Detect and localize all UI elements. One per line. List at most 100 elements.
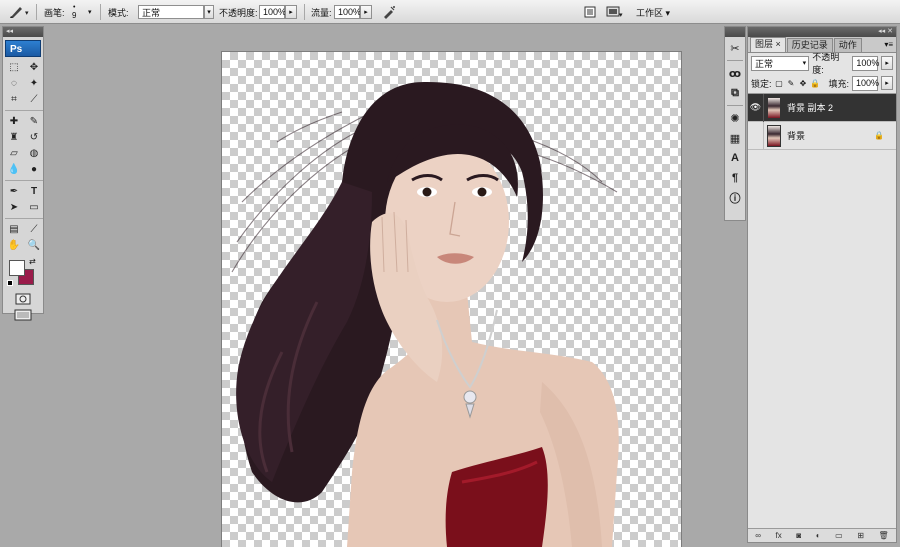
layer-opacity-slider-button[interactable]: ▸ [881,56,894,70]
notes-tool-icon[interactable]: ▤ [5,222,23,237]
layer-list: 👁 背景 副本 2 背景 🔒 [748,93,896,150]
tab-layers[interactable]: 图层 × [750,37,786,52]
type-tool-icon[interactable]: T [25,184,43,199]
layers-panel: ◂◂ ✕ 图层 × 历史记录 动作 ▾≡ 正常 ▾ 不透明度: 100% ▸ 锁… [747,26,897,543]
crop-tool-icon[interactable]: ⌗ [5,92,23,107]
visibility-eye-icon[interactable]: 👁 [748,93,764,122]
fill-input-value: 100% [856,78,880,88]
swap-colors-icon[interactable]: ⇄ [29,257,36,266]
flow-input[interactable]: 100% [334,5,361,19]
brush-tool-preset-icon[interactable]: ▾ [8,0,32,24]
brushes-icon[interactable]: ꝏ [726,64,744,82]
chevron-down-icon: ▾ [802,60,807,67]
opacity-input[interactable]: 100% [259,5,287,19]
lasso-tool-icon[interactable]: ◌ [5,76,23,91]
foreground-color-swatch[interactable] [9,260,25,276]
blend-mode-select[interactable]: 正常 ▾ [751,55,810,71]
tools-panel-header[interactable]: ◂◂ [3,27,43,37]
fill-label: 填充: [828,78,849,89]
clone-source-icon[interactable]: ⧉ [726,84,744,102]
adjustment-layer-icon[interactable]: ◐ [816,531,821,540]
document-icon[interactable] [584,0,596,24]
color-swatches: ⇄ [3,256,43,290]
lock-transparent-pixels-icon[interactable]: ▢ [775,79,784,88]
dodge-tool-icon[interactable]: ● [25,162,43,177]
mode-label: 模式: [108,7,129,18]
flow-label: 流量: [311,7,332,18]
info-icon[interactable]: ⓘ [726,189,744,207]
airbrush-icon[interactable] [382,0,396,24]
layers-panel-header[interactable]: ◂◂ ✕ [748,27,896,37]
paint-bucket-tool-icon[interactable]: ◍ [25,146,43,161]
layer-style-icon[interactable]: fx [776,531,782,540]
new-group-icon[interactable]: ▭ [835,531,843,540]
brush-label: 画笔: [44,7,65,18]
photoshop-logo[interactable]: Ps [5,40,41,57]
mode-select-arrow-icon[interactable]: ▾ [204,5,214,19]
collapsed-panels-dock: ✂ ꝏ ⧉ ✺ ▦ A ¶ ⓘ [724,26,746,221]
delete-layer-icon[interactable]: 🗑 [879,531,889,540]
new-layer-icon[interactable]: ⊞ [857,531,864,540]
layer-mask-icon[interactable]: ◙ [796,531,801,540]
path-selection-tool-icon[interactable]: ➤ [5,200,23,215]
layer-opacity-input[interactable]: 100% [852,55,880,71]
quick-mask-icon[interactable] [13,292,33,306]
default-colors-icon[interactable] [7,280,13,286]
layer-thumbnail [767,124,781,147]
magic-wand-tool-icon[interactable]: ✦ [25,76,43,91]
mode-select-value: 正常 [142,7,161,18]
healing-brush-tool-icon[interactable]: ✚ [5,114,23,129]
lock-all-icon[interactable]: 🔒 [810,79,820,88]
pen-tool-icon[interactable]: ✒ [5,184,23,199]
workspace-menu[interactable]: 工作区 ▾ [636,0,670,24]
lock-image-pixels-icon[interactable]: ✎ [787,79,796,88]
clone-stamp-tool-icon[interactable]: ♜ [5,130,23,145]
paragraph-icon[interactable]: ¶ [726,169,744,187]
fill-input[interactable]: 100% [852,75,880,91]
tools-panel: ◂◂ Ps ⬚ ✥ ◌ ✦ ⌗ ⟋ ✚ ✎ ♜ ↺ ▱ ◍ 💧 ● ✒ T ➤ … [2,26,44,321]
tab-history[interactable]: 历史记录 [786,38,833,52]
lock-position-icon[interactable]: ✥ [799,79,808,88]
brush-picker-arrow-icon[interactable]: ▾ [88,0,92,24]
opacity-slider-button[interactable]: ▸ [285,5,297,19]
navigator-icon[interactable]: ✺ [726,109,744,127]
eyedropper-tool-icon[interactable]: ⟋ [25,222,43,237]
move-tool-icon[interactable]: ✥ [25,60,43,75]
histogram-icon[interactable]: ▦ [726,129,744,147]
history-brush-tool-icon[interactable]: ↺ [25,130,43,145]
marquee-tool-icon[interactable]: ⬚ [5,60,23,75]
opacity-label: 不透明度: [219,7,258,18]
dock-header[interactable] [725,27,745,37]
mode-select[interactable]: 正常 [138,5,204,19]
shape-tool-icon[interactable]: ▭ [25,200,43,215]
tab-actions[interactable]: 动作 [833,38,862,52]
layer-name: 背景 [787,131,806,141]
link-layers-icon[interactable]: ∞ [755,531,761,540]
screen-mode-icon[interactable]: ▾ [606,0,624,24]
slice-tool-icon[interactable]: ⟋ [25,92,43,107]
svg-text:▾: ▾ [619,12,623,19]
screen-mode-toggle-icon[interactable] [13,308,33,322]
tool-presets-icon[interactable]: ✂ [726,39,744,57]
fill-slider-button[interactable]: ▸ [881,76,893,90]
panel-menu-icon[interactable]: ▾≡ [884,40,893,49]
hand-tool-icon[interactable]: ✋ [5,238,23,253]
brush-size-preview[interactable]: • 9 [72,0,76,24]
visibility-toggle[interactable] [748,121,764,150]
layer-name: 背景 副本 2 [787,103,834,113]
zoom-tool-icon[interactable]: 🔍 [25,238,43,253]
flow-slider-button[interactable]: ▸ [360,5,372,19]
brush-tool-icon[interactable]: ✎ [25,114,43,129]
blur-tool-icon[interactable]: 💧 [5,162,23,177]
svg-text:▾: ▾ [25,10,29,17]
layer-opacity-value: 100% [856,58,880,68]
layer-row-background-copy-2[interactable]: 👁 背景 副本 2 [748,93,896,122]
layer-thumbnail [767,96,781,119]
opacity-input-value: 100% [263,7,287,17]
document-canvas[interactable] [222,52,681,547]
layers-panel-tabs: 图层 × 历史记录 动作 ▾≡ [748,37,896,53]
character-icon[interactable]: A [726,149,744,167]
eraser-tool-icon[interactable]: ▱ [5,146,23,161]
layers-footer-toolbar: ∞ fx ◙ ◐ ▭ ⊞ 🗑 [748,528,896,542]
layer-row-background[interactable]: 背景 🔒 [748,121,896,150]
